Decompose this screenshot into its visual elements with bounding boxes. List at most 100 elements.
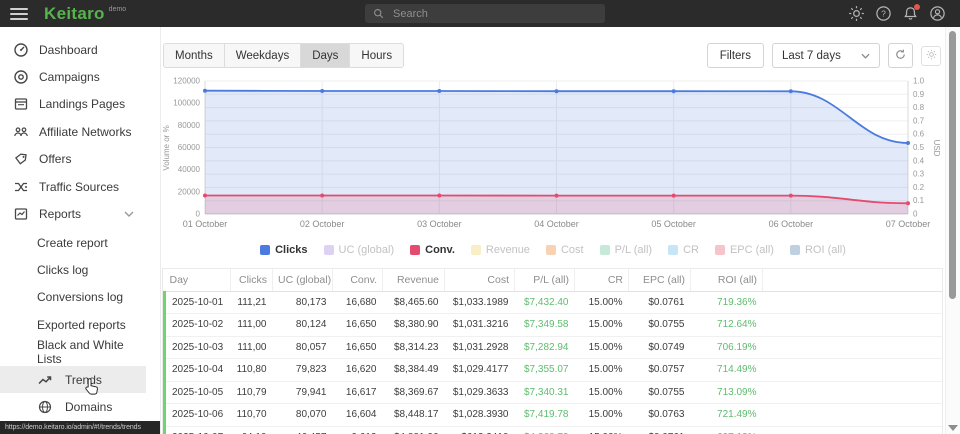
cell-cr: 15.00% xyxy=(575,426,629,434)
sidebar-item-dashboard[interactable]: Dashboard xyxy=(0,36,146,63)
notifications-icon[interactable] xyxy=(902,5,919,22)
col-header-cr[interactable]: CR xyxy=(575,269,629,291)
hamburger-menu-icon[interactable] xyxy=(10,8,28,20)
tab-hours[interactable]: Hours xyxy=(350,44,403,67)
legend-item-revenue[interactable]: Revenue xyxy=(471,244,530,256)
cell-uc-global: 80,070 xyxy=(273,404,333,427)
col-header-revenue[interactable]: Revenue xyxy=(383,269,445,291)
legend-swatch xyxy=(324,245,334,255)
date-range-select[interactable]: Last 7 days xyxy=(772,43,880,68)
sidebar-item-conversions-log[interactable]: Conversions log xyxy=(0,284,146,311)
table-row[interactable]: 2025-10-01111,2180,17316,680$8,465.60$1,… xyxy=(165,291,943,314)
sidebar-item-black-and-white-lists[interactable]: Black and White Lists xyxy=(0,339,146,366)
legend-item-uc-global[interactable]: UC (global) xyxy=(324,244,395,256)
legend-item-epc-all[interactable]: EPC (all) xyxy=(715,244,774,256)
search-input[interactable] xyxy=(391,7,575,21)
sidebar-item-affiliate-networks[interactable]: Affiliate Networks xyxy=(0,118,146,145)
search-box[interactable] xyxy=(365,4,605,23)
table-row[interactable]: 2025-10-0764,1046,4579,612$4,881.06$612.… xyxy=(165,426,943,434)
cell-cr: 15.00% xyxy=(575,336,629,359)
sidebar-item-clicks-log[interactable]: Clicks log xyxy=(0,256,146,283)
cell-day: 2025-10-05 xyxy=(165,381,231,404)
legend-item-cr[interactable]: CR xyxy=(668,244,699,256)
legend-item-cost[interactable]: Cost xyxy=(546,244,584,256)
filters-button[interactable]: Filters xyxy=(707,43,764,68)
scrollbar[interactable] xyxy=(945,27,960,434)
sidebar-item-create-report[interactable]: Create report xyxy=(0,229,146,256)
svg-text:40000: 40000 xyxy=(178,165,201,174)
cell-day: 2025-10-03 xyxy=(165,336,231,359)
brand-logo[interactable]: Keitaro demo xyxy=(44,5,126,22)
help-icon[interactable]: ? xyxy=(875,5,892,22)
sidebar-item-traffic-sources[interactable]: Traffic Sources xyxy=(0,173,146,200)
svg-text:0.1: 0.1 xyxy=(913,196,925,205)
col-header-roi-all[interactable]: ROI (all) xyxy=(691,269,763,291)
cell-roi-all: 719.36% xyxy=(691,291,763,314)
cell-uc-global: 79,823 xyxy=(273,359,333,382)
sidebar-menu: DashboardCampaignsLandings PagesAffiliat… xyxy=(0,36,146,228)
split-icon xyxy=(13,179,29,195)
legend-item-p-l-all[interactable]: P/L (all) xyxy=(600,244,653,256)
cell-cr: 15.00% xyxy=(575,404,629,427)
cell-filler xyxy=(763,291,943,314)
col-header-uc-global[interactable]: UC (global) xyxy=(273,269,333,291)
brand-name: Keitaro xyxy=(44,5,105,22)
table-row[interactable]: 2025-10-06110,7080,07016,604$8,448.17$1,… xyxy=(165,404,943,427)
scrollbar-thumb[interactable] xyxy=(949,31,956,299)
sidebar-item-domains[interactable]: Domains xyxy=(0,393,146,420)
settings-icon[interactable] xyxy=(848,5,865,22)
trends-chart[interactable]: 02000040000600008000010000012000000.10.2… xyxy=(160,70,946,242)
col-header-day[interactable]: Day xyxy=(165,269,231,291)
cell-revenue: $8,448.17 xyxy=(383,404,445,427)
table-row[interactable]: 2025-10-02111,0080,12416,650$8,380.90$1,… xyxy=(165,314,943,337)
tab-days[interactable]: Days xyxy=(301,44,350,67)
refresh-button[interactable] xyxy=(888,43,913,68)
cell-roi-all: 706.19% xyxy=(691,336,763,359)
cell-day: 2025-10-07 xyxy=(165,426,231,434)
scroll-down-icon[interactable] xyxy=(948,425,958,431)
col-header-clicks[interactable]: Clicks xyxy=(231,269,273,291)
sidebar-item-offers[interactable]: Offers xyxy=(0,146,146,173)
table-row[interactable]: 2025-10-05110,7979,94116,617$8,369.67$1,… xyxy=(165,381,943,404)
cell-clicks: 110,80 xyxy=(231,359,273,382)
legend-swatch xyxy=(471,245,481,255)
tab-weekdays[interactable]: Weekdays xyxy=(225,44,301,67)
cell-revenue: $8,384.49 xyxy=(383,359,445,382)
col-header-cost[interactable]: Cost xyxy=(445,269,515,291)
sidebar-item-trends[interactable]: Trends xyxy=(0,366,146,393)
col-header-p-l-all[interactable]: P/L (all) xyxy=(515,269,575,291)
svg-text:80000: 80000 xyxy=(178,121,201,130)
cell-revenue: $4,881.06 xyxy=(383,426,445,434)
brand-suffix: demo xyxy=(109,6,127,13)
svg-text:07 October: 07 October xyxy=(886,219,931,229)
cell-cost: $1,031.2928 xyxy=(445,336,515,359)
col-header-conv[interactable]: Conv. xyxy=(333,269,383,291)
legend-item-conv[interactable]: Conv. xyxy=(410,244,455,256)
trends-table: DayClicksUC (global)Conv.RevenueCostP/L … xyxy=(163,269,942,434)
cell-day: 2025-10-01 xyxy=(165,291,231,314)
cell-uc-global: 80,124 xyxy=(273,314,333,337)
date-range-value: Last 7 days xyxy=(782,50,841,62)
sidebar-item-label: Black and White Lists xyxy=(37,338,146,366)
status-url: https://demo.keitaro.io/admin/#!/trends/… xyxy=(0,421,160,434)
sidebar-item-label: Exported reports xyxy=(37,318,126,332)
table-row[interactable]: 2025-10-03111,0080,05716,650$8,314.23$1,… xyxy=(165,336,943,359)
sidebar-item-label: Trends xyxy=(65,373,102,387)
cell-cost: $1,029.3633 xyxy=(445,381,515,404)
table-row[interactable]: 2025-10-04110,8079,82316,620$8,384.49$1,… xyxy=(165,359,943,382)
sidebar-item-campaigns[interactable]: Campaigns xyxy=(0,63,146,90)
sidebar-item-reports[interactable]: Reports xyxy=(0,200,146,227)
cell-clicks: 111,21 xyxy=(231,291,273,314)
tab-months[interactable]: Months xyxy=(164,44,225,67)
sidebar-item-landings-pages[interactable]: Landings Pages xyxy=(0,91,146,118)
cell-p-l-all: $7,282.94 xyxy=(515,336,575,359)
svg-text:02 October: 02 October xyxy=(300,219,345,229)
account-icon[interactable] xyxy=(929,5,946,22)
legend-item-roi-all[interactable]: ROI (all) xyxy=(790,244,846,256)
target-icon xyxy=(13,69,29,85)
legend-item-clicks[interactable]: Clicks xyxy=(260,244,307,256)
col-header-epc-all[interactable]: EPC (all) xyxy=(629,269,691,291)
cell-epc-all: $0.0749 xyxy=(629,336,691,359)
chart-settings-button[interactable] xyxy=(921,46,941,66)
sidebar-item-exported-reports[interactable]: Exported reports xyxy=(0,311,146,338)
